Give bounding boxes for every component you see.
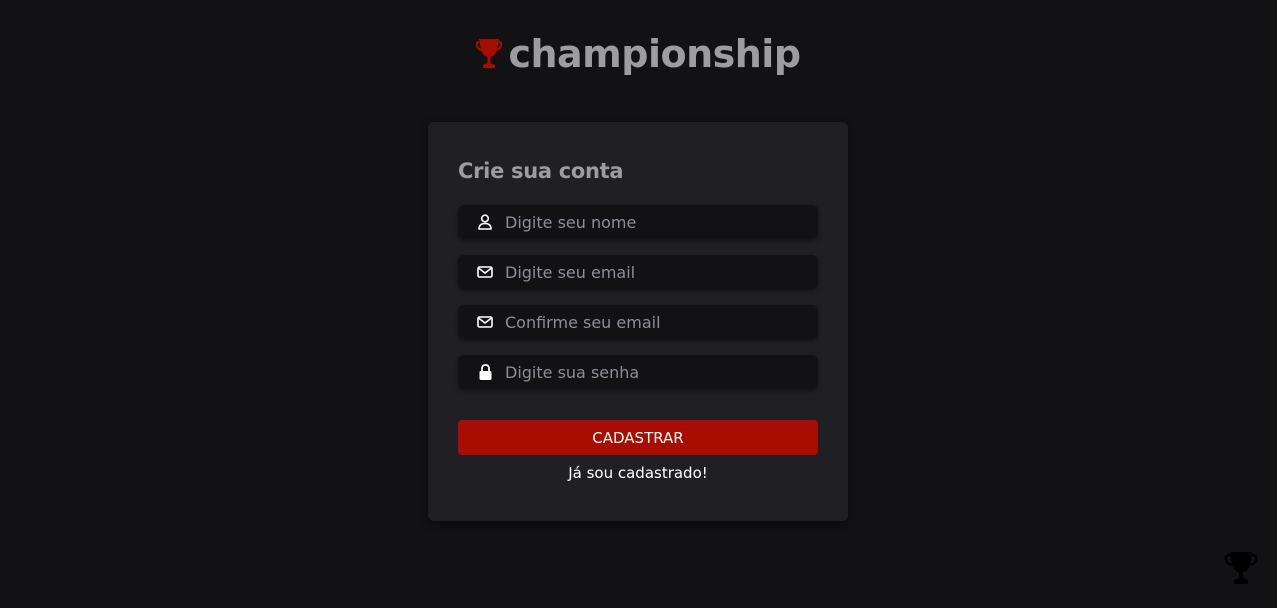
form-title: Crie sua conta (458, 159, 624, 183)
mail-icon (477, 314, 493, 330)
signup-page: championship Crie sua conta Digite seu n… (0, 0, 1277, 608)
confirm-email-field[interactable] (458, 305, 818, 339)
lock-icon (477, 364, 493, 380)
user-icon (477, 214, 493, 230)
password-field[interactable] (458, 355, 818, 389)
signup-card: Crie sua conta Digite seu nome Digite se… (428, 122, 848, 521)
name-input[interactable] (505, 212, 805, 232)
name-field[interactable] (458, 205, 818, 239)
email-field[interactable] (458, 255, 818, 289)
logo: championship (0, 32, 1277, 76)
submit-button[interactable]: CADASTRAR (458, 420, 818, 455)
mail-icon (477, 264, 493, 280)
trophy-icon (1223, 550, 1259, 590)
password-input[interactable] (505, 362, 805, 382)
brand-name: championship (508, 32, 801, 76)
trophy-icon (476, 37, 503, 71)
logo-group: championship (476, 32, 801, 76)
login-link[interactable]: Já sou cadastrado! (428, 464, 848, 482)
confirm-email-input[interactable] (505, 312, 805, 332)
email-input[interactable] (505, 262, 805, 282)
